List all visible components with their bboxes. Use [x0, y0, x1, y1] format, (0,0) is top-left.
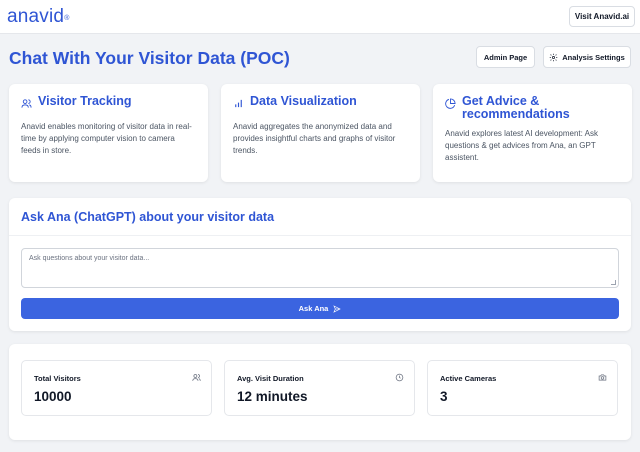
feature-card-visitor-tracking: Visitor Tracking Anavid enables monitori… [9, 84, 208, 182]
logo-text: anavid [7, 6, 65, 27]
visit-anavid-button[interactable]: Visit Anavid.ai [569, 6, 635, 27]
send-icon [333, 304, 342, 313]
analysis-settings-button[interactable]: Analysis Settings [543, 46, 631, 68]
question-placeholder: Ask questions about your visitor data... [29, 255, 150, 262]
stat-value: 12 minutes [237, 389, 308, 404]
feature-description: Anavid enables monitoring of visitor dat… [21, 122, 192, 155]
ask-ana-button[interactable]: Ask Ana [21, 298, 619, 319]
feature-title: Data Visualization [250, 94, 357, 108]
stat-card-active-cameras: Active Cameras 3 [427, 360, 618, 416]
analysis-settings-label: Analysis Settings [562, 52, 625, 62]
stats-panel: Total Visitors 10000 Avg. Visit Duration… [9, 344, 631, 440]
logo-registered-mark: ® [64, 15, 70, 22]
resize-handle[interactable] [611, 280, 616, 285]
stat-label: Total Visitors [34, 374, 81, 383]
stat-label: Avg. Visit Duration [237, 374, 304, 383]
question-input[interactable]: Ask questions about your visitor data... [21, 248, 619, 288]
feature-card-data-visualization: Data Visualization Anavid aggregates the… [221, 84, 420, 182]
page-title: Chat With Your Visitor Data (POC) [9, 48, 290, 68]
users-icon [192, 374, 201, 381]
gear-icon [549, 53, 558, 61]
feature-title: Get Advice & recommendations [462, 94, 570, 121]
admin-page-button[interactable]: Admin Page [476, 46, 535, 68]
stat-card-avg-visit-duration: Avg. Visit Duration 12 minutes [224, 360, 415, 416]
stat-value: 10000 [34, 389, 72, 404]
clock-icon [395, 373, 404, 382]
ask-ana-label: Ask Ana [298, 304, 329, 313]
bar-chart-icon [235, 99, 242, 108]
stat-label: Active Cameras [440, 374, 497, 383]
logo[interactable]: anavid® [7, 6, 70, 28]
camera-icon [598, 374, 607, 381]
stat-value: 3 [440, 389, 448, 404]
pie-chart-icon [445, 98, 456, 109]
users-icon [21, 99, 32, 108]
stat-card-total-visitors: Total Visitors 10000 [21, 360, 212, 416]
top-bar: anavid® Visit Anavid.ai [0, 0, 640, 34]
feature-title: Visitor Tracking [38, 94, 132, 108]
ask-ana-card: Ask Ana (ChatGPT) about your visitor dat… [9, 198, 631, 331]
feature-description: Anavid explores latest AI development: A… [445, 129, 598, 162]
feature-card-advice: Get Advice & recommendations Anavid expl… [433, 84, 632, 182]
feature-description: Anavid aggregates the anonymized data an… [233, 122, 396, 155]
divider [9, 235, 631, 236]
ask-title: Ask Ana (ChatGPT) about your visitor dat… [21, 210, 275, 224]
